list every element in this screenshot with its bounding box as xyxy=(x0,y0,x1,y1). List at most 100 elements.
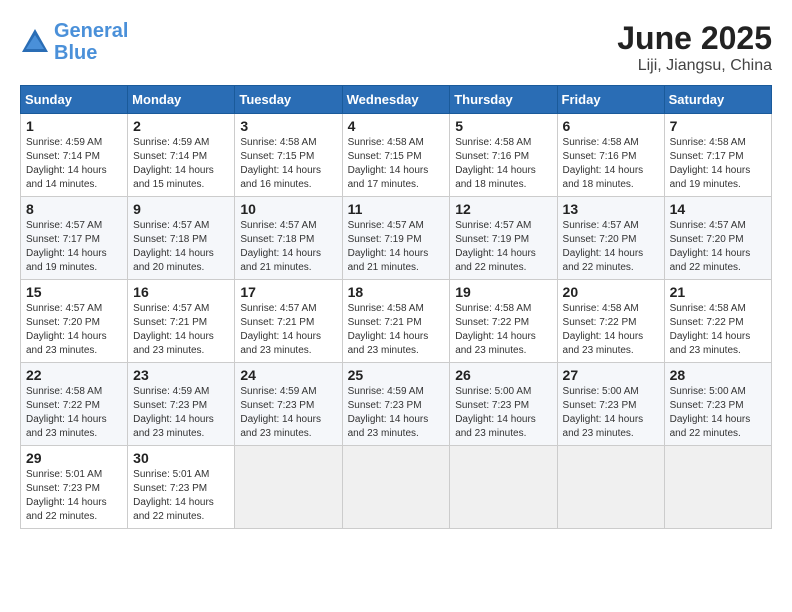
day-info: Sunrise: 4:58 AMSunset: 7:17 PMDaylight:… xyxy=(670,136,766,192)
day-info: Sunrise: 4:58 AMSunset: 7:22 PMDaylight:… xyxy=(563,302,659,358)
day-number: 18 xyxy=(348,284,445,300)
day-number: 9 xyxy=(133,201,229,217)
day-info: Sunrise: 4:59 AMSunset: 7:23 PMDaylight:… xyxy=(348,385,445,441)
day-info: Sunrise: 5:00 AMSunset: 7:23 PMDaylight:… xyxy=(563,385,659,441)
day-cell-12: 12 Sunrise: 4:57 AMSunset: 7:19 PMDayligh… xyxy=(450,197,557,280)
day-number: 28 xyxy=(670,367,766,383)
day-number: 3 xyxy=(240,118,336,134)
header-friday: Friday xyxy=(557,86,664,114)
day-cell-20: 20 Sunrise: 4:58 AMSunset: 7:22 PMDayligh… xyxy=(557,280,664,363)
day-info: Sunrise: 5:00 AMSunset: 7:23 PMDaylight:… xyxy=(455,385,551,441)
day-info: Sunrise: 4:57 AMSunset: 7:17 PMDaylight:… xyxy=(26,219,122,275)
day-cell-30: 30 Sunrise: 5:01 AMSunset: 7:23 PMDayligh… xyxy=(128,446,235,529)
day-number: 6 xyxy=(563,118,659,134)
logo-icon xyxy=(20,27,50,57)
day-info: Sunrise: 4:57 AMSunset: 7:21 PMDaylight:… xyxy=(240,302,336,358)
day-info: Sunrise: 5:01 AMSunset: 7:23 PMDaylight:… xyxy=(26,468,122,524)
day-number: 29 xyxy=(26,450,122,466)
day-info: Sunrise: 4:58 AMSunset: 7:15 PMDaylight:… xyxy=(240,136,336,192)
day-info: Sunrise: 4:58 AMSunset: 7:16 PMDaylight:… xyxy=(455,136,551,192)
day-cell-28: 28 Sunrise: 5:00 AMSunset: 7:23 PMDayligh… xyxy=(664,363,771,446)
day-number: 8 xyxy=(26,201,122,217)
day-info: Sunrise: 4:58 AMSunset: 7:22 PMDaylight:… xyxy=(670,302,766,358)
day-number: 16 xyxy=(133,284,229,300)
week-row-5: 29 Sunrise: 5:01 AMSunset: 7:23 PMDayligh… xyxy=(21,446,772,529)
day-number: 20 xyxy=(563,284,659,300)
day-info: Sunrise: 4:57 AMSunset: 7:20 PMDaylight:… xyxy=(26,302,122,358)
day-cell-1: 1 Sunrise: 4:59 AMSunset: 7:14 PMDaylight… xyxy=(21,114,128,197)
week-row-2: 8 Sunrise: 4:57 AMSunset: 7:17 PMDaylight… xyxy=(21,197,772,280)
day-info: Sunrise: 4:59 AMSunset: 7:23 PMDaylight:… xyxy=(240,385,336,441)
day-info: Sunrise: 4:59 AMSunset: 7:23 PMDaylight:… xyxy=(133,385,229,441)
day-cell-21: 21 Sunrise: 4:58 AMSunset: 7:22 PMDayligh… xyxy=(664,280,771,363)
day-info: Sunrise: 4:57 AMSunset: 7:20 PMDaylight:… xyxy=(670,219,766,275)
day-info: Sunrise: 4:57 AMSunset: 7:19 PMDaylight:… xyxy=(455,219,551,275)
day-info: Sunrise: 5:00 AMSunset: 7:23 PMDaylight:… xyxy=(670,385,766,441)
day-cell-26: 26 Sunrise: 5:00 AMSunset: 7:23 PMDayligh… xyxy=(450,363,557,446)
day-cell-10: 10Sunrise: 4:57 AMSunset: 7:18 PMDayligh… xyxy=(235,197,342,280)
day-cell-9: 9 Sunrise: 4:57 AMSunset: 7:18 PMDaylight… xyxy=(128,197,235,280)
day-cell-6: 6Sunrise: 4:58 AMSunset: 7:16 PMDaylight… xyxy=(557,114,664,197)
day-cell-17: 17 Sunrise: 4:57 AMSunset: 7:21 PMDayligh… xyxy=(235,280,342,363)
day-cell-14: 14Sunrise: 4:57 AMSunset: 7:20 PMDayligh… xyxy=(664,197,771,280)
day-cell-18: 18 Sunrise: 4:58 AMSunset: 7:21 PMDayligh… xyxy=(342,280,450,363)
day-number: 30 xyxy=(133,450,229,466)
day-number: 24 xyxy=(240,367,336,383)
day-info: Sunrise: 4:57 AMSunset: 7:18 PMDaylight:… xyxy=(240,219,336,275)
calendar: Sunday Monday Tuesday Wednesday Thursday… xyxy=(20,85,772,529)
day-number: 17 xyxy=(240,284,336,300)
empty-cell xyxy=(342,446,450,529)
day-cell-11: 11Sunrise: 4:57 AMSunset: 7:19 PMDayligh… xyxy=(342,197,450,280)
day-cell-25: 25 Sunrise: 4:59 AMSunset: 7:23 PMDayligh… xyxy=(342,363,450,446)
day-cell-19: 19 Sunrise: 4:58 AMSunset: 7:22 PMDayligh… xyxy=(450,280,557,363)
day-cell-27: 27Sunrise: 5:00 AMSunset: 7:23 PMDayligh… xyxy=(557,363,664,446)
day-info: Sunrise: 4:58 AMSunset: 7:22 PMDaylight:… xyxy=(455,302,551,358)
week-row-4: 22 Sunrise: 4:58 AMSunset: 7:22 PMDayligh… xyxy=(21,363,772,446)
day-number: 26 xyxy=(455,367,551,383)
day-info: Sunrise: 4:57 AMSunset: 7:21 PMDaylight:… xyxy=(133,302,229,358)
day-info: Sunrise: 4:57 AMSunset: 7:20 PMDaylight:… xyxy=(563,219,659,275)
day-number: 4 xyxy=(348,118,445,134)
empty-cell xyxy=(450,446,557,529)
day-number: 12 xyxy=(455,201,551,217)
day-number: 22 xyxy=(26,367,122,383)
header-monday: Monday xyxy=(128,86,235,114)
header-tuesday: Tuesday xyxy=(235,86,342,114)
day-cell-8: 8 Sunrise: 4:57 AMSunset: 7:17 PMDaylight… xyxy=(21,197,128,280)
header-sunday: Sunday xyxy=(21,86,128,114)
day-info: Sunrise: 4:57 AMSunset: 7:18 PMDaylight:… xyxy=(133,219,229,275)
day-number: 1 xyxy=(26,118,122,134)
day-cell-2: 2Sunrise: 4:59 AMSunset: 7:14 PMDaylight… xyxy=(128,114,235,197)
header-saturday: Saturday xyxy=(664,86,771,114)
day-info: Sunrise: 5:01 AMSunset: 7:23 PMDaylight:… xyxy=(133,468,229,524)
empty-cell xyxy=(557,446,664,529)
location: Liji, Jiangsu, China xyxy=(617,57,772,75)
day-info: Sunrise: 4:58 AMSunset: 7:15 PMDaylight:… xyxy=(348,136,445,192)
day-cell-24: 24 Sunrise: 4:59 AMSunset: 7:23 PMDayligh… xyxy=(235,363,342,446)
day-number: 5 xyxy=(455,118,551,134)
day-number: 7 xyxy=(670,118,766,134)
header: General Blue June 2025 Liji, Jiangsu, Ch… xyxy=(20,20,772,75)
day-cell-3: 3 Sunrise: 4:58 AMSunset: 7:15 PMDaylight… xyxy=(235,114,342,197)
day-info: Sunrise: 4:59 AMSunset: 7:14 PMDaylight:… xyxy=(26,136,122,192)
month-title: June 2025 xyxy=(617,20,772,57)
logo-text: General Blue xyxy=(54,20,128,64)
day-info: Sunrise: 4:58 AMSunset: 7:22 PMDaylight:… xyxy=(26,385,122,441)
day-cell-16: 16 Sunrise: 4:57 AMSunset: 7:21 PMDayligh… xyxy=(128,280,235,363)
logo: General Blue xyxy=(20,20,128,64)
day-number: 13 xyxy=(563,201,659,217)
title-area: June 2025 Liji, Jiangsu, China xyxy=(617,20,772,75)
day-number: 19 xyxy=(455,284,551,300)
day-cell-13: 13 Sunrise: 4:57 AMSunset: 7:20 PMDayligh… xyxy=(557,197,664,280)
day-info: Sunrise: 4:58 AMSunset: 7:21 PMDaylight:… xyxy=(348,302,445,358)
day-number: 23 xyxy=(133,367,229,383)
header-wednesday: Wednesday xyxy=(342,86,450,114)
header-thursday: Thursday xyxy=(450,86,557,114)
day-number: 25 xyxy=(348,367,445,383)
weekday-header-row: Sunday Monday Tuesday Wednesday Thursday… xyxy=(21,86,772,114)
day-number: 15 xyxy=(26,284,122,300)
week-row-3: 15 Sunrise: 4:57 AMSunset: 7:20 PMDayligh… xyxy=(21,280,772,363)
day-number: 11 xyxy=(348,201,445,217)
day-cell-29: 29 Sunrise: 5:01 AMSunset: 7:23 PMDayligh… xyxy=(21,446,128,529)
day-number: 21 xyxy=(670,284,766,300)
